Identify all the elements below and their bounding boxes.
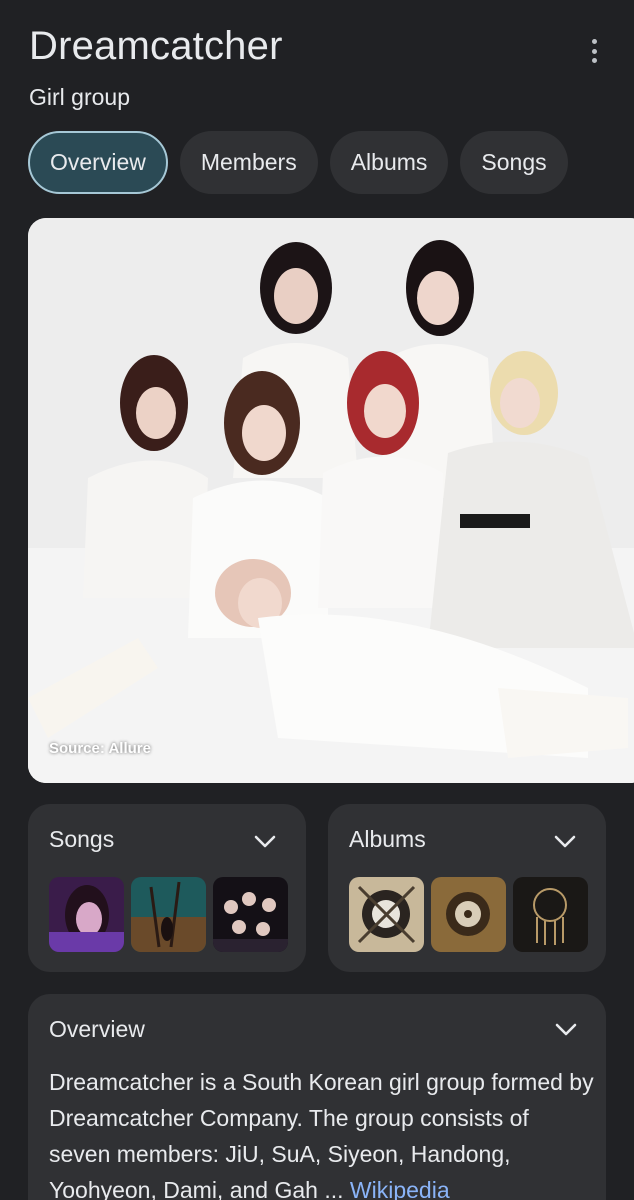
song-thumbnail[interactable] bbox=[131, 877, 206, 952]
header: Dreamcatcher Girl group bbox=[29, 22, 634, 110]
group-photo bbox=[28, 218, 634, 783]
album-thumbnail[interactable] bbox=[431, 877, 506, 952]
tab-members[interactable]: Members bbox=[179, 131, 318, 194]
tab-albums[interactable]: Albums bbox=[329, 131, 449, 194]
songs-card[interactable]: Songs bbox=[28, 804, 306, 972]
song-thumbnail[interactable] bbox=[213, 877, 288, 952]
chevron-down-icon[interactable] bbox=[554, 835, 576, 849]
tab-overview[interactable]: Overview bbox=[28, 131, 168, 194]
albums-card-title: Albums bbox=[349, 826, 426, 852]
tab-bar: Overview Members Albums Songs bbox=[28, 131, 568, 194]
page-subtitle: Girl group bbox=[29, 84, 130, 110]
songs-card-title: Songs bbox=[49, 826, 115, 852]
overview-card-title: Overview bbox=[49, 1016, 145, 1042]
album-thumbnail[interactable] bbox=[349, 877, 424, 952]
album-thumbnail[interactable] bbox=[513, 877, 588, 952]
overview-text: Dreamcatcher is a South Korean girl grou… bbox=[49, 1069, 594, 1200]
page-title: Dreamcatcher bbox=[29, 24, 283, 68]
overview-description: Dreamcatcher is a South Korean girl grou… bbox=[49, 1064, 594, 1200]
chevron-down-icon[interactable] bbox=[555, 1023, 577, 1037]
song-thumbnail[interactable] bbox=[49, 877, 124, 952]
hero-image[interactable]: Source: Allure bbox=[28, 218, 634, 783]
chevron-down-icon[interactable] bbox=[254, 835, 276, 849]
tab-songs[interactable]: Songs bbox=[460, 131, 568, 194]
albums-card[interactable]: Albums bbox=[328, 804, 606, 972]
wikipedia-link[interactable]: Wikipedia bbox=[350, 1177, 450, 1200]
overview-card: Overview Dreamcatcher is a South Korean … bbox=[28, 994, 606, 1200]
more-vert-icon[interactable] bbox=[582, 36, 606, 66]
image-source: Source: Allure bbox=[49, 740, 151, 757]
